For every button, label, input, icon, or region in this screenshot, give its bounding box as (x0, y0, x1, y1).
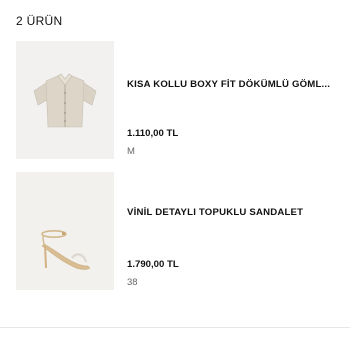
product-image-shirt[interactable] (16, 41, 114, 159)
product-image-sandal[interactable] (16, 172, 114, 290)
product-size: 38 (127, 277, 138, 288)
cart-item[interactable]: VİNİL DETAYLI TOPUKLU SANDALET 1.790,00 … (16, 172, 350, 290)
product-name[interactable]: VİNİL DETAYLI TOPUKLU SANDALET (127, 207, 345, 218)
bottom-divider (0, 327, 350, 328)
cart-item-count: 2 ÜRÜN (16, 14, 63, 28)
shirt-icon (16, 41, 114, 159)
cart-item[interactable]: KISA KOLLU BOXY FİT DÖKÜMLÜ GÖML... 1.11… (16, 41, 350, 159)
product-name[interactable]: KISA KOLLU BOXY FİT DÖKÜMLÜ GÖML... (127, 79, 345, 90)
sandal-icon (16, 172, 114, 290)
product-size: M (127, 146, 135, 157)
cart-page: 2 ÜRÜN KISA KOLLU BOXY FİT DÖKÜMLÜ GÖML.… (0, 0, 350, 350)
product-price: 1.790,00 TL (127, 259, 179, 270)
product-price: 1.110,00 TL (127, 128, 179, 139)
cart-item-details: VİNİL DETAYLI TOPUKLU SANDALET 1.790,00 … (127, 172, 350, 290)
cart-item-details: KISA KOLLU BOXY FİT DÖKÜMLÜ GÖML... 1.11… (127, 41, 350, 159)
